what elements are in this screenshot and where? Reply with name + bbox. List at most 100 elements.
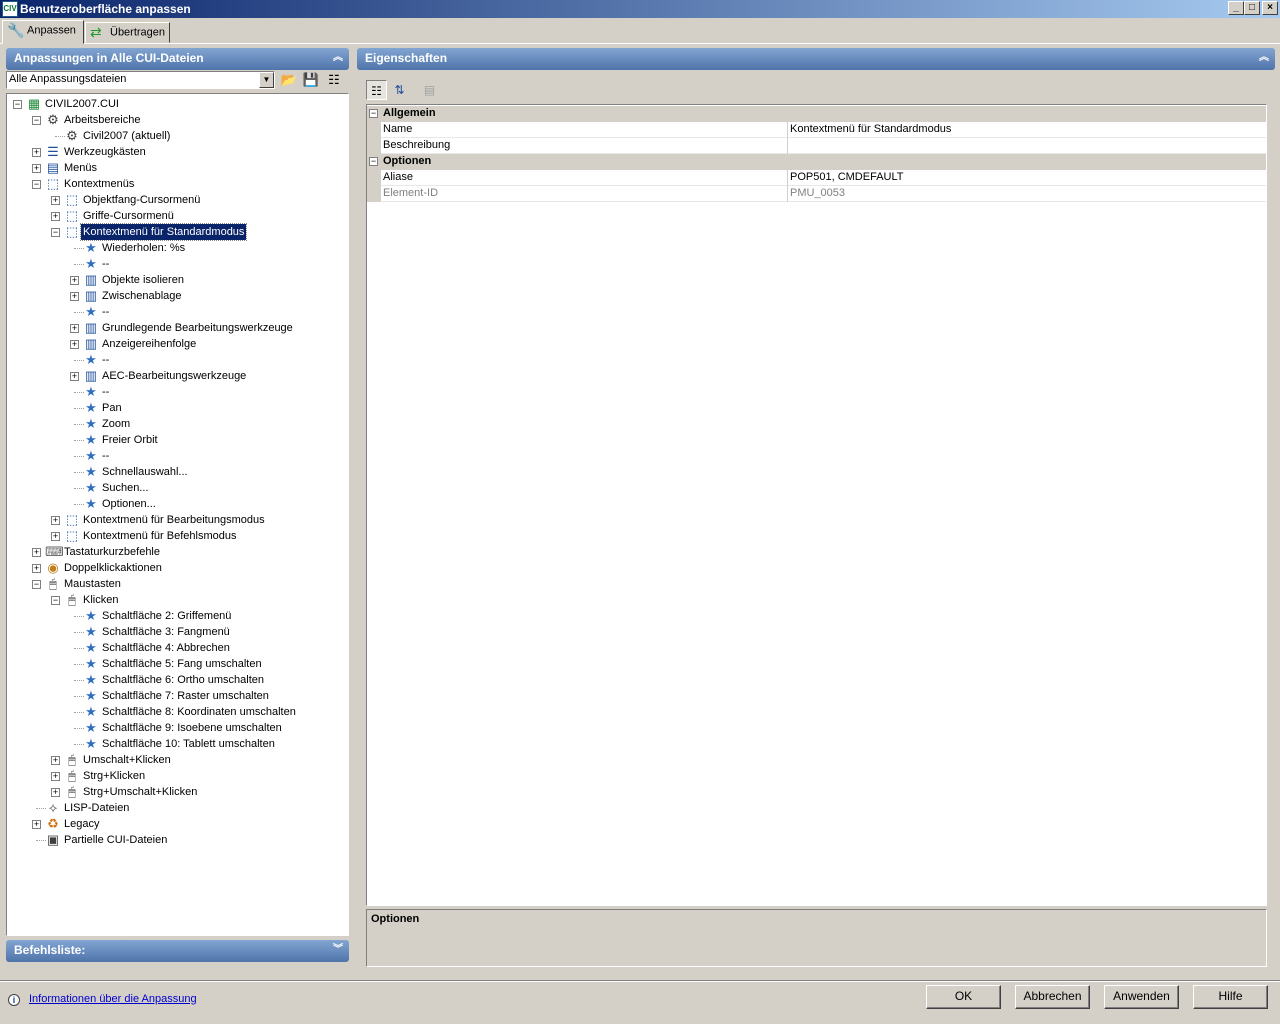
tab-uebertragen[interactable]: ⇄ Übertragen — [85, 22, 170, 43]
tree-node[interactable]: ⟡ LISP-Dateien — [7, 800, 347, 816]
tree-node[interactable]: ★ Suchen... — [7, 480, 347, 496]
tree-node[interactable]: ★ Schaltfläche 5: Fang umschalten — [7, 656, 347, 672]
tree-node[interactable]: + ☰ Werkzeugkästen — [7, 144, 347, 160]
tab-anpassen[interactable]: 🔧 Anpassen — [2, 20, 84, 44]
help-button[interactable]: Hilfe — [1193, 985, 1268, 1009]
tree-node[interactable]: ★ Wiederholen: %s — [7, 240, 347, 256]
tree-node[interactable]: + ♻ Legacy — [7, 816, 347, 832]
tree-node[interactable]: − ⚙ Arbeitsbereiche — [7, 112, 347, 128]
tree-node[interactable]: ⚙ Civil2007 (aktuell) — [7, 128, 347, 144]
dropdown-arrow-icon[interactable]: ▼ — [259, 72, 274, 88]
expand-toggle-icon[interactable]: + — [32, 548, 41, 557]
tree-node[interactable]: + ⬚ Kontextmenü für Befehlsmodus — [7, 528, 347, 544]
maximize-button[interactable]: □ — [1244, 1, 1260, 15]
collapse-toggle-icon[interactable]: − — [32, 180, 41, 189]
tree-node[interactable]: + 🖱 Umschalt+Klicken — [7, 752, 347, 768]
collapse-toggle-icon[interactable]: − — [369, 157, 378, 166]
property-row[interactable]: Beschreibung — [367, 138, 1266, 154]
tree-node[interactable]: ★ Optionen... — [7, 496, 347, 512]
apply-button[interactable]: Anwenden — [1104, 985, 1179, 1009]
tree-node[interactable]: + 🖱 Strg+Umschalt+Klicken — [7, 784, 347, 800]
info-link[interactable]: Informationen über die Anpassung — [29, 993, 197, 1005]
property-category[interactable]: − Allgemein — [367, 106, 1266, 122]
property-row[interactable]: Element-ID PMU_0053 — [367, 186, 1266, 202]
tree-node[interactable]: ★ Pan — [7, 400, 347, 416]
expand-toggle-icon[interactable]: + — [70, 372, 79, 381]
expand-chevron-icon[interactable]: ︾ — [331, 944, 345, 958]
tree-node[interactable]: − 🖱 Klicken — [7, 592, 347, 608]
expand-toggle-icon[interactable]: + — [51, 756, 60, 765]
expand-toggle-icon[interactable]: + — [70, 292, 79, 301]
tree-node[interactable]: + ▥ Objekte isolieren — [7, 272, 347, 288]
sort-alphabetical-icon[interactable]: ⇅ — [389, 80, 410, 100]
expand-toggle-icon[interactable]: + — [70, 324, 79, 333]
property-value[interactable]: POP501, CMDEFAULT — [790, 170, 904, 185]
tree-node[interactable]: + ◉ Doppelklickaktionen — [7, 560, 347, 576]
collapse-toggle-icon[interactable]: − — [369, 109, 378, 118]
ok-button[interactable]: OK — [926, 985, 1001, 1009]
collapse-toggle-icon[interactable]: − — [32, 116, 41, 125]
tree-node[interactable]: − ▦ CIVIL2007.CUI — [7, 96, 347, 112]
categorized-view-icon[interactable]: ☷ — [366, 80, 387, 100]
open-file-icon[interactable]: 📂 — [279, 71, 299, 89]
property-row[interactable]: Name Kontextmenü für Standardmodus — [367, 122, 1266, 138]
expand-toggle-icon[interactable]: + — [51, 532, 60, 541]
tree-node[interactable]: − ⬚ Kontextmenüs — [7, 176, 347, 192]
tree-node[interactable]: ★ Freier Orbit — [7, 432, 347, 448]
tree-node[interactable]: + ⬚ Griffe-Cursormenü — [7, 208, 347, 224]
tree-node[interactable]: ★ Zoom — [7, 416, 347, 432]
collapse-chevron-icon[interactable]: ︽ — [1257, 52, 1271, 66]
tree-node[interactable]: ★ Schaltfläche 4: Abbrechen — [7, 640, 347, 656]
command-list-header[interactable]: Befehlsliste: ︾ — [6, 940, 349, 962]
customization-tree[interactable]: − ▦ CIVIL2007.CUI − ⚙ Arbeitsbereiche ⚙ Civil20… — [6, 93, 349, 936]
tree-node[interactable]: ★ Schaltfläche 6: Ortho umschalten — [7, 672, 347, 688]
expand-toggle-icon[interactable]: + — [51, 196, 60, 205]
collapse-toggle-icon[interactable]: − — [32, 580, 41, 589]
collapse-toggle-icon[interactable]: − — [13, 100, 22, 109]
tree-node[interactable]: + ⬚ Kontextmenü für Bearbeitungsmodus — [7, 512, 347, 528]
expand-toggle-icon[interactable]: + — [32, 164, 41, 173]
expand-toggle-icon[interactable]: + — [32, 148, 41, 157]
expand-toggle-icon[interactable]: + — [32, 820, 41, 829]
expand-toggle-icon[interactable]: + — [51, 212, 60, 221]
cancel-button[interactable]: Abbrechen — [1015, 985, 1090, 1009]
tree-node[interactable]: ★ Schaltfläche 3: Fangmenü — [7, 624, 347, 640]
collapse-chevron-icon[interactable]: ︽ — [331, 52, 345, 66]
expand-toggle-icon[interactable]: + — [32, 564, 41, 573]
tree-node[interactable]: + ▥ AEC-Bearbeitungswerkzeuge — [7, 368, 347, 384]
tree-node[interactable]: + ▥ Grundlegende Bearbeitungswerkzeuge — [7, 320, 347, 336]
collapse-toggle-icon[interactable]: − — [51, 228, 60, 237]
close-button[interactable]: × — [1262, 1, 1278, 15]
tree-node[interactable]: + ▥ Anzeigereihenfolge — [7, 336, 347, 352]
tree-node[interactable]: − ⬚ Kontextmenü für Standardmodus — [7, 223, 347, 241]
tree-node[interactable]: ★ -- — [7, 352, 347, 368]
cui-file-dropdown[interactable]: Alle Anpassungsdateien ▼ — [6, 71, 275, 89]
tree-node[interactable]: + ⬚ Objektfang-Cursormenü — [7, 192, 347, 208]
expand-toggle-icon[interactable]: + — [51, 772, 60, 781]
minimize-button[interactable]: _ — [1228, 1, 1244, 15]
tree-options-icon[interactable]: ☷ — [324, 71, 344, 89]
expand-toggle-icon[interactable]: + — [51, 516, 60, 525]
tree-node[interactable]: ★ -- — [7, 448, 347, 464]
tree-node[interactable]: ★ Schaltfläche 7: Raster umschalten — [7, 688, 347, 704]
expand-toggle-icon[interactable]: + — [70, 340, 79, 349]
tree-node[interactable]: ★ Schaltfläche 9: Isoebene umschalten — [7, 720, 347, 736]
tree-node[interactable]: ★ Schaltfläche 10: Tablett umschalten — [7, 736, 347, 752]
tree-node[interactable]: + 🖱 Strg+Klicken — [7, 768, 347, 784]
expand-toggle-icon[interactable]: + — [70, 276, 79, 285]
tree-node[interactable]: ★ Schaltfläche 8: Koordinaten umschalten — [7, 704, 347, 720]
property-row[interactable]: Aliase POP501, CMDEFAULT — [367, 170, 1266, 186]
tree-node[interactable]: + ⌨ Tastaturkurzbefehle — [7, 544, 347, 560]
property-pages-icon[interactable]: ▤ — [419, 80, 440, 100]
tree-node[interactable]: ★ -- — [7, 256, 347, 272]
property-grid[interactable]: − Allgemein Name Kontextmenü für Standardmo… — [366, 104, 1267, 906]
tree-node[interactable]: ▣ Partielle CUI-Dateien — [7, 832, 347, 848]
save-icon[interactable]: 💾 — [301, 71, 321, 89]
tree-node[interactable]: ★ -- — [7, 304, 347, 320]
tree-node[interactable]: + ▥ Zwischenablage — [7, 288, 347, 304]
expand-toggle-icon[interactable]: + — [51, 788, 60, 797]
tree-node[interactable]: ★ -- — [7, 384, 347, 400]
property-value[interactable]: Kontextmenü für Standardmodus — [790, 122, 951, 137]
collapse-toggle-icon[interactable]: − — [51, 596, 60, 605]
property-category[interactable]: − Optionen — [367, 154, 1266, 170]
